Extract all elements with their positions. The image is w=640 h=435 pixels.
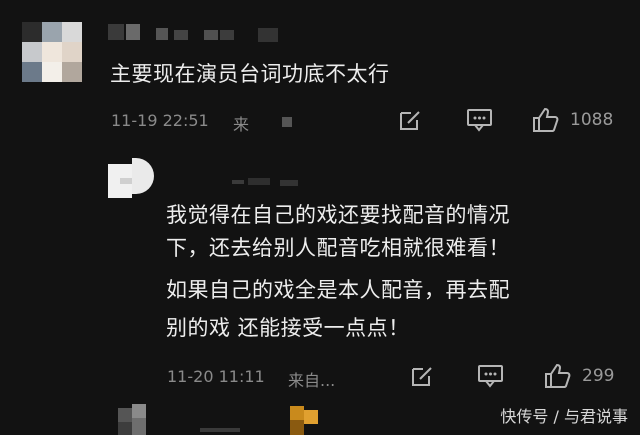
comment-time: 11-20 11:11 xyxy=(167,367,265,386)
avatar[interactable] xyxy=(22,22,82,82)
comment-text-line-1: 我觉得在自己的戏还要找配音的情况 xyxy=(166,203,510,227)
comment-source: 来自... xyxy=(288,371,336,390)
comment-text: 主要现在演员台词功底不太行 xyxy=(110,62,390,86)
username[interactable] xyxy=(290,406,320,435)
like-count: 1088 xyxy=(570,110,614,130)
like-count: 299 xyxy=(582,366,615,386)
watermark: 快传号 / 与君说事 xyxy=(500,407,628,426)
edit-icon[interactable] xyxy=(398,108,424,132)
like-icon[interactable] xyxy=(532,107,560,133)
comment-source: 来 xyxy=(233,115,250,134)
avatar[interactable] xyxy=(108,158,156,198)
comment-text-line-2: 下，还去给别人配音吃相就很难看！ xyxy=(166,236,510,260)
like-icon[interactable] xyxy=(544,363,572,389)
comment-time: 11-19 22:51 xyxy=(111,111,209,130)
comment-text-line-4: 别的戏 还能接受一点点！ xyxy=(166,316,410,340)
comment-icon[interactable] xyxy=(466,108,494,132)
username[interactable] xyxy=(108,22,278,42)
username[interactable] xyxy=(232,178,300,188)
username-blur xyxy=(200,428,240,432)
edit-icon[interactable] xyxy=(410,364,436,388)
source-blur xyxy=(282,117,292,127)
comment-icon[interactable] xyxy=(477,364,505,388)
comment-text-line-3: 如果自己的戏全是本人配音，再去配 xyxy=(166,278,510,302)
avatar[interactable] xyxy=(118,404,158,435)
